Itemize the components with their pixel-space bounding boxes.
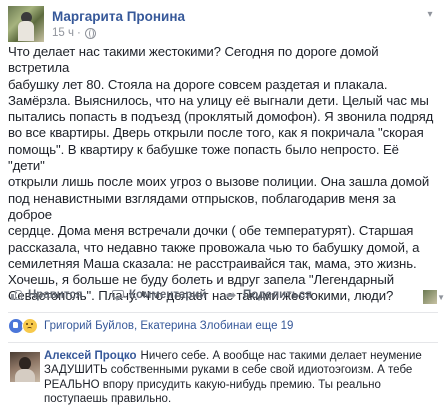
caret-down-icon[interactable]: ▼ <box>437 293 445 302</box>
comment-icon <box>112 289 124 301</box>
commenter-name[interactable]: Алексей Процко <box>44 350 137 362</box>
post-text-line: во все квартиры. Дверь открыли после тог… <box>8 125 424 141</box>
comment-body: Алексей Процко Ничего себе. А вообще нас … <box>44 349 436 407</box>
post-text-line: Что делает нас такими жестокими? Сегодня… <box>8 44 379 76</box>
share-icon: ➦ <box>226 288 237 302</box>
post-text-line: рассказала, что недавно также провожала … <box>8 239 420 255</box>
post-text-line: открыли лишь после моих угроз о вызове п… <box>8 174 430 190</box>
commenter-avatar[interactable] <box>10 352 40 382</box>
like-button[interactable]: Нравится <box>11 289 82 301</box>
author-avatar[interactable] <box>8 6 44 42</box>
sad-reaction-icon <box>22 318 38 334</box>
chevron-down-icon[interactable]: ▾ <box>424 10 436 20</box>
facebook-post: Маргарита Пронина 15 ч · ▾ Что делает на… <box>0 0 445 409</box>
share-label: Поделиться <box>243 289 313 301</box>
post-text-line: сердце. Дома меня встречали дочки ( обе … <box>8 223 414 239</box>
author-name[interactable]: Маргарита Пронина <box>52 9 185 24</box>
post-text-line: бабушку лет 80. Стояла на дороге совсем … <box>8 76 388 92</box>
post-text-line: семилетняя Маша сказала: не расстраивайс… <box>8 255 417 271</box>
comment-button[interactable]: Комментарий <box>112 289 206 301</box>
post-text-line: помощь". В квартиру к бабушке тоже попас… <box>8 141 399 174</box>
post-text-line: под ненавистными взглядами отпрысков, по… <box>8 190 396 222</box>
separator: · <box>76 27 81 39</box>
post-time[interactable]: 15 ч <box>52 27 74 39</box>
reaction-more[interactable]: и еще 19 <box>246 320 294 332</box>
post-meta: 15 ч · <box>52 27 96 39</box>
post-text-line: пытались попасть в подъезд (проклятый до… <box>8 109 434 125</box>
post-text: Что делает нас такими жестокими? Сегодня… <box>8 44 438 305</box>
divider <box>8 312 438 313</box>
reaction-names[interactable]: Григорий Буйлов, Екатерина Злобина <box>44 320 246 332</box>
reactions-summary[interactable]: Григорий Буйлов, Екатерина Злобина и еще… <box>8 317 438 335</box>
divider <box>8 342 438 343</box>
post-header: Маргарита Пронина 15 ч · ▾ <box>8 6 438 42</box>
comment-label: Комментарий <box>129 289 207 301</box>
share-button[interactable]: ➦ Поделиться <box>226 289 312 301</box>
post-text-line: Замёрзла. Выяснилось, что на улицу её вы… <box>8 92 429 108</box>
globe-icon[interactable] <box>84 27 96 39</box>
like-label: Нравится <box>28 289 83 301</box>
thumbs-up-icon <box>11 289 23 301</box>
viewer-avatar[interactable] <box>423 290 437 304</box>
post-actions: Нравится Комментарий ➦ Поделиться <box>8 286 438 308</box>
